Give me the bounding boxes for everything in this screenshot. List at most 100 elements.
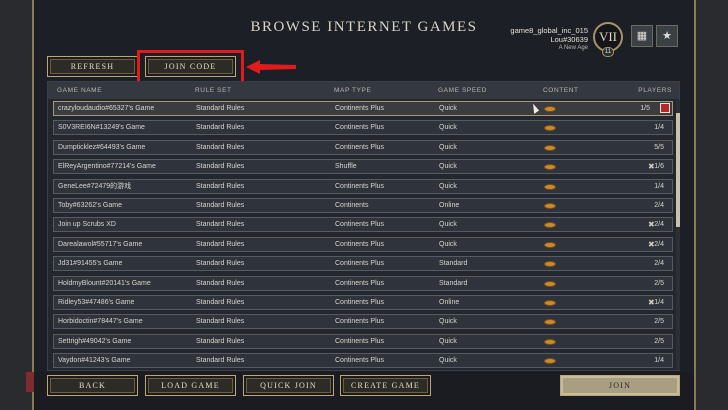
leaderboard-icon[interactable]: ▦ (631, 25, 653, 47)
refresh-button[interactable]: REFRESH (47, 56, 138, 77)
player-info: game8_global_inc_015 Lou#30639 A New Age (510, 26, 588, 53)
table-row[interactable]: Darealawol#55717's Game Standard Rules Con… (53, 236, 673, 252)
table-row[interactable]: Settrigh#49042's Game Standard Rules Conti… (53, 333, 673, 349)
player-id: Lou#30639 (550, 35, 588, 44)
table-row[interactable]: Toby#63262's Game Standard Rules Continent… (53, 198, 673, 213)
col-content[interactable]: CONTENT (543, 87, 579, 94)
game-name: Join up Scrubs XD (58, 221, 116, 229)
content-icon (544, 106, 556, 112)
rule-set: Standard Rules (196, 260, 245, 268)
game-name: Ridley53#47486's Game (58, 299, 135, 306)
content-icon (544, 164, 556, 171)
player-count: 2/4 (654, 202, 664, 209)
rule-set: Standard Rules (196, 240, 245, 248)
rule-set: Standard Rules (196, 163, 245, 171)
game-name: S0V3REI6N#13249's Game (58, 124, 145, 132)
game-name: crazyloudaudio#65327's Game (58, 105, 155, 112)
map-type: Continents Plus (335, 318, 385, 326)
rule-set: Standard Rules (196, 357, 245, 365)
col-game-speed[interactable]: GAME SPEED (438, 87, 487, 94)
map-type: Continents (335, 202, 369, 209)
rule-set: Standard Rules (196, 143, 245, 151)
player-count: 1/4 (654, 124, 664, 132)
table-row[interactable]: Ridley53#47486's Game Standard Rules Conti… (53, 295, 673, 310)
player-count: 2/5 (654, 318, 664, 326)
content-icon (544, 183, 556, 190)
annotation-highlight-box (137, 50, 244, 84)
col-game-name[interactable]: GAME NAME (57, 87, 102, 94)
game-speed: Quick (439, 240, 457, 248)
side-decoration (26, 372, 34, 392)
create-game-button[interactable]: CREATE GAME (340, 375, 431, 396)
map-type: Continents Plus (335, 240, 385, 248)
scrollbar-thumb[interactable] (676, 113, 680, 227)
player-count: 2/4 (654, 260, 664, 268)
quick-join-button[interactable]: QUICK JOIN (243, 375, 334, 396)
report-flag-icon[interactable] (660, 103, 670, 113)
game-speed: Standard (439, 279, 468, 287)
player-count: 2/4 (654, 221, 664, 229)
annotation-arrow-icon (246, 60, 296, 74)
content-icon (544, 241, 556, 248)
table-row[interactable]: GeneLee#72479的游戏 Standard Rules Continents… (53, 178, 673, 194)
rule-set: Standard Rules (196, 124, 245, 132)
game-name: Vaydon#41243's Game (58, 357, 131, 365)
settings-grid-icon[interactable]: ★ (656, 25, 678, 47)
join-button[interactable]: JOIN (560, 375, 680, 396)
map-type: Continents Plus (335, 357, 385, 365)
map-type: Continents Plus (335, 337, 385, 345)
table-row[interactable]: Jd31#91455's Game Standard Rules Continent… (53, 256, 673, 272)
col-map-type[interactable]: MAP TYPE (334, 87, 371, 94)
game-name: Jd31#91455's Game (58, 260, 123, 268)
game-speed: Quick (439, 221, 457, 229)
content-icon (544, 280, 556, 287)
game-name: GeneLee#72479的游戏 (58, 182, 132, 190)
rule-set: Standard Rules (196, 337, 245, 345)
map-type: Continents Plus (335, 279, 385, 287)
game-name: Settrigh#49042's Game (58, 337, 132, 345)
map-type: Shuffle (335, 163, 357, 171)
content-icon (544, 358, 556, 365)
table-row[interactable]: crazyloudaudio#65327's Game Standard Rule… (53, 101, 673, 116)
map-type: Continents Plus (335, 221, 385, 229)
game-speed: Quick (439, 357, 457, 365)
table-row[interactable]: Horbidoctin#78447's Game Standard Rules Co… (53, 314, 673, 330)
map-type: Continents Plus (335, 260, 385, 268)
player-count: 2/5 (654, 279, 664, 287)
table-row[interactable]: Join up Scrubs XD Standard Rules Continent… (53, 217, 673, 233)
content-icon (544, 338, 556, 345)
player-count: 2/5 (654, 337, 664, 345)
game-speed: Standard (439, 260, 468, 268)
content-icon (544, 125, 556, 132)
content-icon (544, 300, 556, 306)
player-count: 1/5 (640, 105, 650, 112)
game-speed: Quick (439, 163, 457, 171)
map-type: Continents Plus (335, 124, 385, 132)
table-row[interactable]: HoldmyBlount#20141's Game Standard Rules C… (53, 275, 673, 291)
player-count: 2/4 (654, 240, 664, 248)
table-row[interactable]: S0V3REI6N#13249's Game Standard Rules Cont… (53, 120, 673, 136)
game-speed: Quick (439, 337, 457, 345)
game-speed: Online (439, 202, 460, 209)
col-players[interactable]: PLAYERS (638, 87, 672, 94)
game-speed: Online (439, 299, 460, 306)
back-button[interactable]: BACK (47, 375, 138, 396)
table-row[interactable]: Vaydon#41243's Game Standard Rules Contine… (53, 353, 673, 369)
game-speed: Quick (439, 318, 457, 326)
era-number-badge: 11 (602, 47, 614, 57)
content-icon (544, 144, 556, 151)
game-name: Darealawol#55717's Game (58, 240, 143, 248)
table-row[interactable]: ElReyArgentino#77214's Game Standard Rule… (53, 159, 673, 175)
player-age: A New Age (558, 45, 588, 51)
game-speed: Quick (439, 124, 457, 132)
game-name: Dumpticklez#64493's Game (58, 143, 146, 151)
rule-set: Standard Rules (196, 182, 245, 190)
col-rule-set[interactable]: RULE SET (195, 87, 232, 94)
table-row[interactable]: Dumpticklez#64493's Game Standard Rules Co… (53, 139, 673, 155)
player-name: game8_global_inc_015 (510, 26, 588, 35)
game-speed: Quick (439, 105, 457, 112)
rule-set: Standard Rules (196, 318, 245, 326)
load-game-button[interactable]: LOAD GAME (145, 375, 236, 396)
map-type: Continents Plus (335, 105, 385, 112)
game-speed: Quick (439, 182, 457, 190)
